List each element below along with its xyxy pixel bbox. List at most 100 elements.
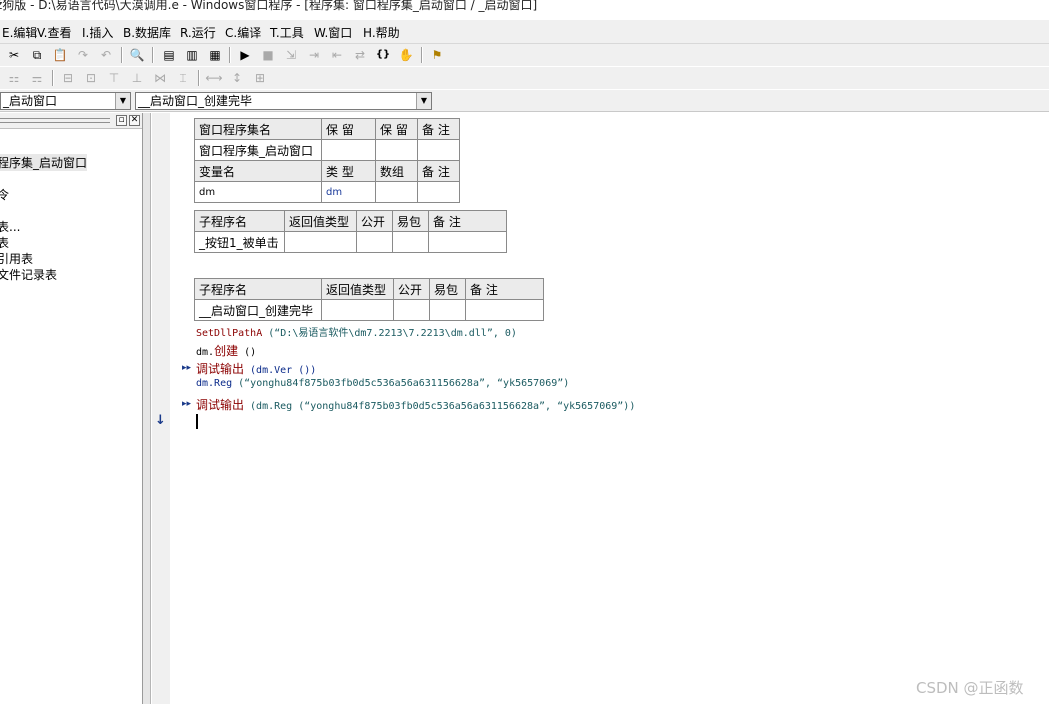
hand-icon[interactable]: ✋ [397,46,415,64]
code-line[interactable]: SetDllPathA (“D:\易语言软件\dm7.2213\7.2213\d… [196,324,517,339]
run-icon[interactable]: ▶ [236,46,254,64]
table-cell[interactable]: _按钮1_被单击 [194,231,285,253]
table-header-cell: 变量名 [194,160,322,182]
table-cell[interactable]: 窗口程序集_启动窗口 [194,139,322,161]
table-cell[interactable] [417,139,460,161]
layout-vertical-icon[interactable]: ▤ [160,46,178,64]
align-middle-icon[interactable]: ⊥ [128,69,146,87]
chevron-down-icon[interactable]: ▼ [416,93,431,109]
code-args: (dm.Reg (“yonghu84f875b03fb0d5c536a56a63… [244,401,636,412]
tree-item-reference-table[interactable]: 引用表 [0,250,33,267]
table-cell[interactable] [375,181,418,203]
table-header-cell: 返回值类型 [284,210,357,232]
menu-tools[interactable]: T.工具 [270,24,304,41]
code-line[interactable]: 调试输出 (dm.Ver ()) [196,360,316,377]
tree-item-tables[interactable]: 表... [0,218,20,235]
menu-edit[interactable]: E.编辑 [2,24,37,41]
step-over-icon[interactable]: ⇥ [305,46,323,64]
code-line[interactable]: dm.创建 () [196,342,256,359]
layout-grid-icon[interactable]: ▦ [206,46,224,64]
window-title: ž狗版 - D:\易语言代码\大漠调用.e - Windows窗口程序 - [程… [0,0,538,12]
menu-compile[interactable]: C.编译 [225,24,261,41]
table-cell[interactable] [429,299,466,321]
code-args: () [238,347,257,358]
restore-icon[interactable]: ▫ [116,115,127,126]
code-args: (“D:\易语言软件\dm7.2213\7.2213\dm.dll”, 0) [262,328,517,339]
code-editor[interactable]: 窗口程序集名 保 留 保 留 备 注 窗口程序集_启动窗口 变量名 类 型 数组… [155,113,1049,704]
table-cell[interactable] [321,299,394,321]
tree-item-table[interactable]: 表 [0,234,9,251]
event-selector[interactable]: __启动窗口_创建完毕 ▼ [135,92,432,110]
selector-bar: _启动窗口 ▼ __启动窗口_创建完毕 ▼ [0,90,1049,112]
step-out-icon[interactable]: ⇤ [328,46,346,64]
close-icon[interactable]: ✕ [129,115,140,126]
stop-icon[interactable]: ■ [259,46,277,64]
table-cell[interactable] [428,231,507,253]
table-cell[interactable] [393,299,430,321]
table-cell[interactable] [284,231,357,253]
redo-icon[interactable]: ↷ [74,46,92,64]
breakpoint-marker[interactable]: ▸▸ [182,399,191,409]
paste-icon[interactable]: 📋 [51,46,69,64]
space-horizontal-icon[interactable]: ⋈ [151,69,169,87]
table-cell[interactable]: dm [194,181,322,203]
tree-item-file-record-table[interactable]: 文件记录表 [0,266,57,283]
menu-insert[interactable]: I.插入 [82,24,113,41]
align-top-icon[interactable]: ⚏ [5,69,23,87]
code-line[interactable]: dm.Reg (“yonghu84f875b03fb0d5c536a56a631… [196,378,569,389]
table-cell[interactable] [356,231,393,253]
step-into-icon[interactable]: ⇲ [282,46,300,64]
subroutine-table-1: 子程序名 返回值类型 公开 易包 备 注 _按钮1_被单击 [194,210,507,253]
code-function: 调试输出 [196,362,245,376]
table-header-cell: 类 型 [321,160,376,182]
menu-help[interactable]: H.帮助 [363,24,400,41]
align-right-icon[interactable]: ⊤ [105,69,123,87]
table-cell[interactable] [375,139,418,161]
breakpoint-marker[interactable]: ▸▸ [182,363,191,373]
menu-view[interactable]: V.查看 [37,24,71,41]
menu-run[interactable]: R.运行 [180,24,216,41]
same-size-icon[interactable]: ⊞ [251,69,269,87]
panel-grip[interactable] [0,118,110,123]
table-cell[interactable] [465,299,544,321]
table-header-cell: 易包 [429,278,466,300]
copy-icon[interactable]: ⧉ [28,46,46,64]
braces-icon[interactable]: {} [374,46,392,64]
align-left-icon[interactable]: ⊟ [59,69,77,87]
code-object: dm. [196,347,215,358]
menu-window[interactable]: W.窗口 [314,24,352,41]
same-height-icon[interactable]: ↕ [228,69,246,87]
assembly-table: 窗口程序集名 保 留 保 留 备 注 窗口程序集_启动窗口 变量名 类 型 数组… [194,118,460,203]
code-line[interactable]: 调试输出 (dm.Reg (“yonghu84f875b03fb0d5c536a… [196,396,635,413]
table-header-cell: 备 注 [465,278,544,300]
menu-database[interactable]: B.数据库 [123,24,171,41]
code-args: (dm.Ver ()) [244,365,317,376]
same-width-icon[interactable]: ⟷ [205,69,223,87]
panel-splitter[interactable] [143,113,151,704]
tree-item-assembly[interactable]: 程序集_启动窗口 [0,154,88,171]
table-cell[interactable] [321,139,376,161]
table-header-cell: 保 留 [321,118,376,140]
table-header-cell: 公开 [393,278,430,300]
layout-horizontal-icon[interactable]: ▥ [183,46,201,64]
tree-item-commands[interactable]: 令 [0,186,9,203]
code-gutter [152,113,170,704]
table-header-cell: 备 注 [417,118,460,140]
undo-icon[interactable]: ↶ [97,46,115,64]
window-selector[interactable]: _启动窗口 ▼ [0,92,131,110]
align-bottom-icon[interactable]: ⚎ [28,69,46,87]
find-icon[interactable]: 🔍 [128,46,146,64]
event-selector-value: __启动窗口_创建完毕 [138,94,253,108]
space-vertical-icon[interactable]: ⌶ [174,69,192,87]
run-to-cursor-icon[interactable]: ⇄ [351,46,369,64]
align-center-icon[interactable]: ⊡ [82,69,100,87]
alignment-toolbar: ⚏ ⚎ ⊟ ⊡ ⊤ ⊥ ⋈ ⌶ ⟷ ↕ ⊞ [0,67,1049,89]
chevron-down-icon[interactable]: ▼ [115,93,130,109]
table-cell[interactable] [417,181,460,203]
binoculars-icon[interactable]: ⚑ [428,46,446,64]
table-cell[interactable]: __启动窗口_创建完毕 [194,299,322,321]
table-header-cell: 公开 [356,210,393,232]
cut-icon[interactable]: ✂ [5,46,23,64]
table-cell[interactable]: dm [321,181,376,203]
table-cell[interactable] [392,231,429,253]
